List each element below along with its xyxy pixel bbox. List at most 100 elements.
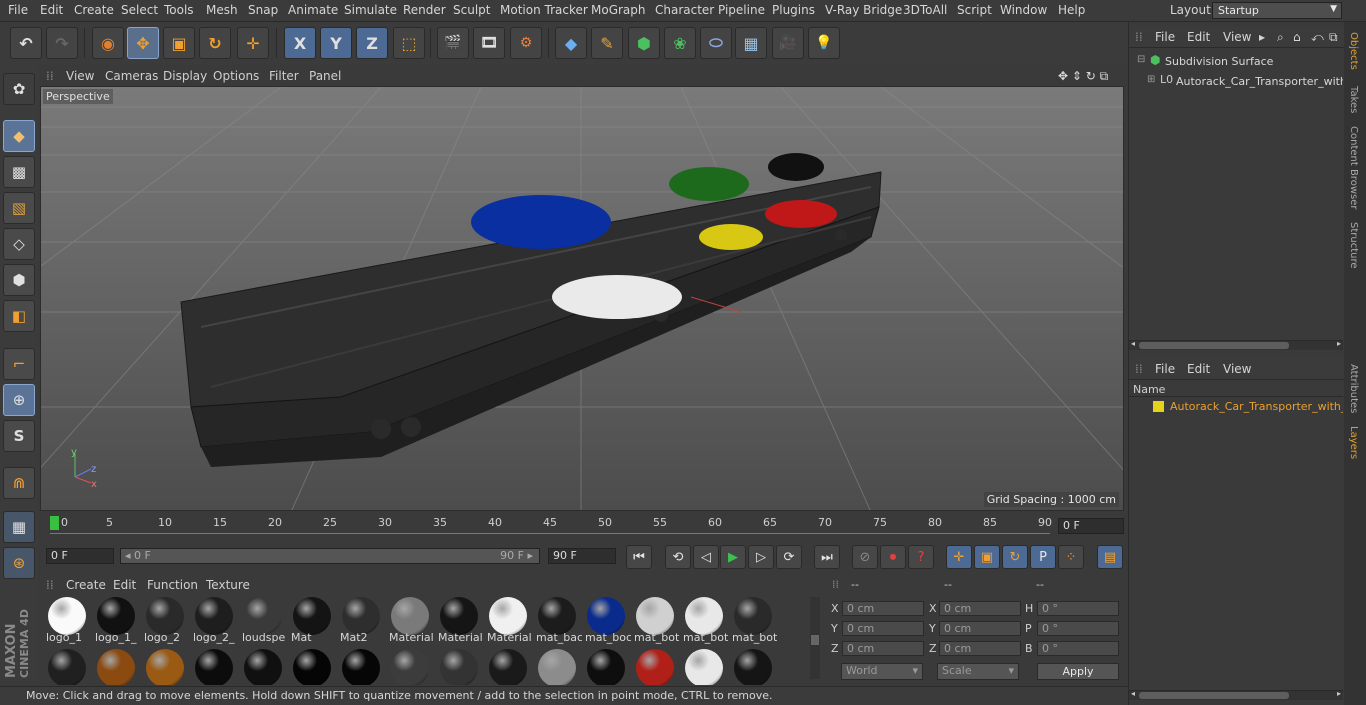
rotate-tool-button[interactable]: ↻ xyxy=(199,27,231,59)
scroll-right-icon[interactable]: ▸ xyxy=(1337,689,1341,698)
viewport-menu-display[interactable]: Display xyxy=(163,69,207,83)
viewport-menu-options[interactable]: Options xyxy=(213,69,259,83)
play-button[interactable]: ▶ xyxy=(720,545,746,569)
record-point-level-button[interactable]: ⁘ xyxy=(1058,545,1084,569)
tweak-mode-button[interactable]: ⊕ xyxy=(3,384,35,416)
previous-frame-button[interactable]: ◁ xyxy=(693,545,719,569)
make-editable-icon[interactable]: ✿ xyxy=(3,73,35,105)
next-key-button[interactable]: ⟳ xyxy=(776,545,802,569)
material-swatch[interactable]: mat_bac xyxy=(534,597,582,644)
viewport-menu-view[interactable]: View xyxy=(66,69,94,83)
menu-file[interactable]: File xyxy=(8,3,28,17)
transform-tool-button[interactable]: ✛ xyxy=(237,27,269,59)
object-row-autorack[interactable]: ⊞ L0 Autorack_Car_Transporter_with_ xyxy=(1133,73,1343,91)
material-menu-create[interactable]: Create xyxy=(66,578,106,592)
material-swatch[interactable] xyxy=(240,649,286,685)
menu-create[interactable]: Create xyxy=(74,3,114,17)
material-swatch[interactable]: logo_2 xyxy=(142,597,188,644)
search-icon[interactable]: ⌕ xyxy=(1277,30,1284,45)
record-scale-button[interactable]: ▣ xyxy=(974,545,1000,569)
material-swatch[interactable] xyxy=(387,649,433,685)
objects-menu-view[interactable]: View xyxy=(1223,30,1251,44)
viewport-camera-label[interactable]: Perspective xyxy=(43,89,113,104)
autokey-button[interactable]: ⏺ xyxy=(880,545,906,569)
polygons-mode-button[interactable]: ◧ xyxy=(3,300,35,332)
workplane-lock-icon[interactable]: ▦ xyxy=(3,511,35,543)
home-icon[interactable]: ⌂ xyxy=(1293,30,1301,44)
menu-edit[interactable]: Edit xyxy=(40,3,63,17)
material-swatch[interactable]: Mat2 xyxy=(338,597,384,644)
record-position-button[interactable]: ✛ xyxy=(946,545,972,569)
material-swatch[interactable]: loudspe xyxy=(240,597,286,644)
menu-mesh[interactable]: Mesh xyxy=(206,3,238,17)
material-swatch[interactable]: logo_1 xyxy=(44,597,90,644)
move-tool-button[interactable]: ✥ xyxy=(127,27,159,59)
scroll-left-icon[interactable]: ◂ xyxy=(1131,689,1135,698)
frame-ruler[interactable]: 0 5 10 15 20 25 30 35 40 45 50 55 60 65 … xyxy=(50,516,1052,534)
tab-attributes[interactable]: Attributes xyxy=(1348,364,1359,413)
planar-workplane-icon[interactable]: ⊛ xyxy=(3,547,35,579)
material-swatch[interactable]: logo_1_ xyxy=(93,597,139,644)
edges-mode-button[interactable]: ⬢ xyxy=(3,264,35,296)
camera-button[interactable]: 🎥 xyxy=(772,27,804,59)
rot-h-field[interactable]: 0 ° xyxy=(1037,601,1119,616)
size-z-field[interactable]: 0 cm xyxy=(939,641,1021,656)
start-frame-field[interactable]: 0 F xyxy=(46,548,114,564)
light-button[interactable]: 💡 xyxy=(808,27,840,59)
menu-snap[interactable]: Snap xyxy=(248,3,278,17)
subdivision-surface-button[interactable]: ⬢ xyxy=(628,27,660,59)
menu-plugins[interactable]: Plugins xyxy=(772,3,815,17)
menu-animate[interactable]: Animate xyxy=(288,3,338,17)
points-mode-button[interactable]: ◇ xyxy=(3,228,35,260)
previous-key-button[interactable]: ⟲ xyxy=(665,545,691,569)
keyframe-selection-button[interactable]: ? xyxy=(908,545,934,569)
render-settings-button[interactable]: ⚙ xyxy=(510,27,542,59)
pen-spline-button[interactable]: ✎ xyxy=(591,27,623,59)
frame-range-slider[interactable]: ◂ 0 F 90 F ▸ xyxy=(120,548,540,564)
material-swatch[interactable] xyxy=(583,649,629,685)
scrollbar-thumb[interactable] xyxy=(1139,342,1289,349)
timeline-ruler[interactable]: 0 5 10 15 20 25 30 35 40 45 50 55 60 65 … xyxy=(40,512,1125,542)
menu-help[interactable]: Help xyxy=(1058,3,1085,17)
cube-primitive-button[interactable]: ◆ xyxy=(555,27,587,59)
record-active-button[interactable]: ⊘ xyxy=(852,545,878,569)
drag-handle-icon[interactable]: ⁞⁞ xyxy=(46,578,54,592)
render-picture-viewer-button[interactable]: 🎞 xyxy=(473,27,505,59)
menu-mograph[interactable]: MoGraph xyxy=(591,3,646,17)
layer-name[interactable]: Autorack_Car_Transporter_with_C xyxy=(1170,400,1343,413)
material-menu-function[interactable]: Function xyxy=(147,578,198,592)
material-menu-edit[interactable]: Edit xyxy=(113,578,136,592)
tree-expander-icon[interactable]: ⊟ xyxy=(1137,54,1145,65)
object-name[interactable]: Autorack_Car_Transporter_with_ xyxy=(1176,75,1343,88)
material-swatch[interactable] xyxy=(142,649,188,685)
menu-window[interactable]: Window xyxy=(1000,3,1047,17)
texture-mode-button[interactable]: ▩ xyxy=(3,156,35,188)
rot-p-field[interactable]: 0 ° xyxy=(1037,621,1119,636)
viewport-menu-cameras[interactable]: Cameras xyxy=(105,69,158,83)
record-parameter-button[interactable]: P xyxy=(1030,545,1056,569)
objects-horizontal-scrollbar[interactable]: ◂ ▸ xyxy=(1129,339,1343,350)
material-swatch[interactable] xyxy=(681,649,727,685)
size-y-field[interactable]: 0 cm xyxy=(939,621,1021,636)
objects-menu-file[interactable]: File xyxy=(1155,30,1175,44)
material-swatch[interactable] xyxy=(632,649,678,685)
z-axis-lock-button[interactable]: Z xyxy=(356,27,388,59)
coordinate-space-select[interactable]: World ▾ xyxy=(841,663,923,680)
material-swatch[interactable] xyxy=(289,649,335,685)
tab-layers[interactable]: Layers xyxy=(1348,426,1359,459)
scrollbar-thumb[interactable] xyxy=(811,635,819,645)
scroll-left-icon[interactable]: ◂ xyxy=(1131,339,1135,348)
redo-button[interactable]: ↷ xyxy=(46,27,78,59)
new-window-icon[interactable]: ⧉ xyxy=(1329,30,1338,45)
material-swatch[interactable]: mat_bot xyxy=(730,597,777,644)
material-swatch[interactable] xyxy=(338,649,384,685)
material-swatch[interactable] xyxy=(730,649,776,685)
scroll-right-icon[interactable]: ▸ xyxy=(1337,339,1341,348)
drag-handle-icon[interactable]: ⁞⁞ xyxy=(1135,30,1143,44)
material-swatch[interactable] xyxy=(191,649,237,685)
scrollbar-thumb[interactable] xyxy=(1139,692,1289,699)
menu-tools[interactable]: Tools xyxy=(164,3,194,17)
material-swatch[interactable]: Material xyxy=(436,597,483,644)
material-swatch[interactable]: Material xyxy=(485,597,532,644)
layer-color-swatch[interactable] xyxy=(1153,401,1164,412)
